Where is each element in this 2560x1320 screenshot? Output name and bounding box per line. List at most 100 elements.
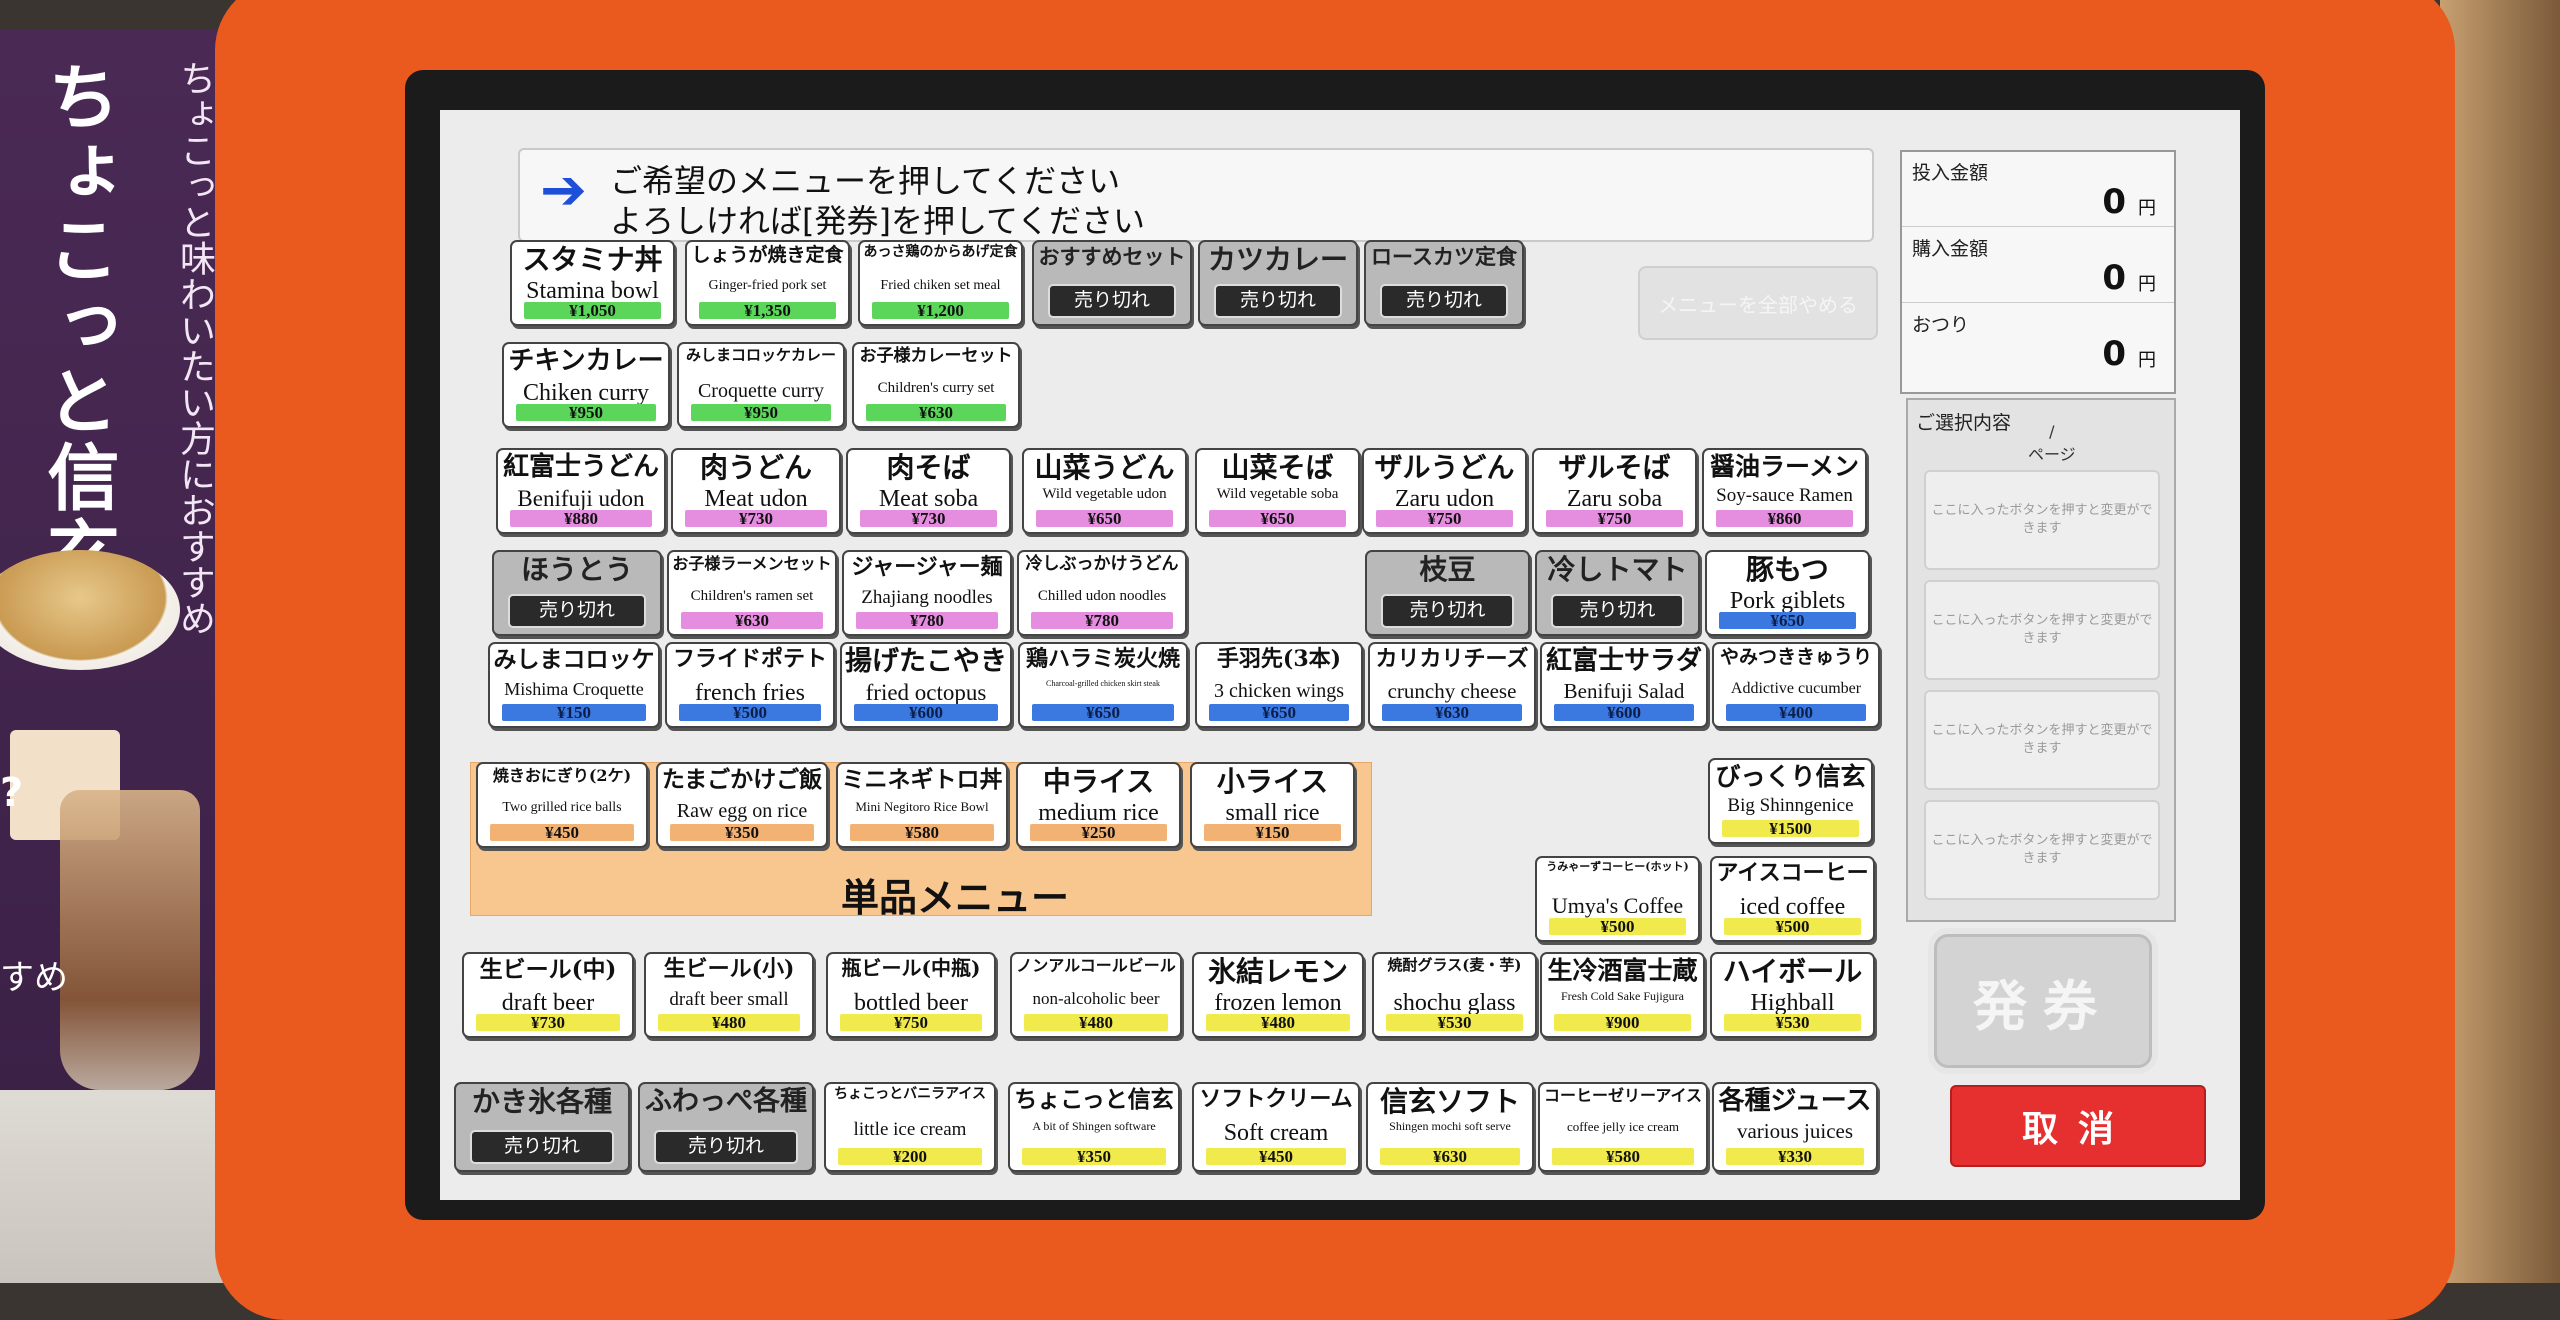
- menu-item-bottled-beer[interactable]: 瓶ビール(中瓶) bottled beer ¥750: [826, 952, 996, 1038]
- menu-item-price: ¥330: [1726, 1148, 1864, 1165]
- menu-item-a-bit-of-shingen-software[interactable]: ちょこっと信玄 A bit of Shingen software ¥350: [1008, 1082, 1180, 1172]
- poster-bottom-text: すめ: [0, 958, 68, 998]
- menu-item-name-jp: カリカリチーズ: [1375, 646, 1529, 672]
- menu-item-ginger-fried-pork-set[interactable]: しょうが焼き定食 Ginger-fried pork set ¥1,350: [685, 240, 850, 326]
- money-panel: 投入金額 0 円 購入金額 0 円 おつり 0 円: [1900, 150, 2176, 394]
- menu-item-name-jp: かき氷各種: [471, 1085, 612, 1118]
- menu-item-pork-giblets[interactable]: 豚もつ Pork giblets ¥650: [1705, 550, 1870, 636]
- wall-right: [2440, 0, 2560, 1283]
- menu-item-fresh-cold-sake-fujigura[interactable]: 生冷酒富士蔵 Fresh Cold Sake Fujigura ¥900: [1540, 952, 1705, 1038]
- menu-item-benifuji-salad[interactable]: 紅富士サラダ Benifuji Salad ¥600: [1540, 642, 1708, 728]
- menu-item-frozen-lemon[interactable]: 氷結レモン frozen lemon ¥480: [1192, 952, 1364, 1038]
- menu-item-little-ice-cream[interactable]: ちょこっとバニラアイス little ice cream ¥200: [824, 1082, 996, 1172]
- menu-item-price: ¥450: [1206, 1148, 1346, 1165]
- sold-out-label: 売り切れ: [508, 594, 646, 628]
- menu-item-zaru-udon[interactable]: ザルうどん Zaru udon ¥750: [1362, 448, 1527, 534]
- menu-item-name-jp: 小ライス: [1216, 765, 1329, 798]
- menu-item-name-jp: 冷しトマト: [1547, 553, 1688, 586]
- menu-item-various-juices[interactable]: 各種ジュース various juices ¥330: [1712, 1082, 1878, 1172]
- menu-item-price: ¥650: [1209, 510, 1346, 527]
- menu-item-price: ¥150: [502, 704, 646, 721]
- menu-item-soy-sauce-ramen[interactable]: 醤油ラーメン Soy-sauce Ramen ¥860: [1702, 448, 1867, 534]
- menu-item-price: ¥350: [670, 824, 814, 841]
- menu-item-fried-octopus[interactable]: 揚げたこやき fried octopus ¥600: [840, 642, 1012, 728]
- menu-item-price: ¥630: [1380, 1148, 1520, 1165]
- menu-item-soft-cream[interactable]: ソフトクリーム Soft cream ¥450: [1192, 1082, 1360, 1172]
- menu-item-soldout-22: 冷しトマト 売り切れ: [1535, 550, 1700, 636]
- clear-all-button[interactable]: メニューを全部やめる: [1638, 266, 1878, 340]
- menu-item-non-alcoholic-beer[interactable]: ノンアルコールビール non-alcoholic beer ¥480: [1010, 952, 1182, 1038]
- sold-out-label: 売り切れ: [654, 1130, 798, 1164]
- menu-item-name-jp: ちょこっとバニラアイス: [834, 1086, 986, 1102]
- menu-item-zaru-soba[interactable]: ザルそば Zaru soba ¥750: [1532, 448, 1697, 534]
- menu-item-name-jp: 焼酎グラス(麦・芋): [1387, 956, 1522, 974]
- menu-item-addictive-cucumber[interactable]: やみつききゅうり Addictive cucumber ¥400: [1712, 642, 1880, 728]
- menu-item-name-en: Raw egg on rice: [676, 800, 808, 822]
- menu-item-two-grilled-rice-balls[interactable]: 焼きおにぎり(2ケ) Two grilled rice balls ¥450: [476, 762, 648, 848]
- menu-item-children-s-ramen-set[interactable]: お子様ラーメンセット Children's ramen set ¥630: [667, 550, 837, 636]
- menu-item-children-s-curry-set[interactable]: お子様カレーセット Children's curry set ¥630: [852, 342, 1020, 428]
- menu-item-name-en: fried octopus: [865, 680, 987, 705]
- menu-item-name-en: Mishima Croquette: [504, 679, 644, 699]
- menu-item-name-jp: おすすめセット: [1038, 244, 1186, 269]
- menu-item-iced-coffee[interactable]: アイスコーヒー iced coffee ¥500: [1710, 856, 1875, 942]
- menu-item-name-en: Fried chiken set meal: [880, 278, 1001, 293]
- menu-item-name-jp: たまごかけご飯: [661, 766, 823, 793]
- menu-item-medium-rice[interactable]: 中ライス medium rice ¥250: [1016, 762, 1181, 848]
- menu-item-croquette-curry[interactable]: みしまコロッケカレー Croquette curry ¥950: [677, 342, 845, 428]
- menu-item-price: ¥150: [1204, 824, 1341, 841]
- menu-item-price: ¥630: [866, 404, 1006, 421]
- menu-item-name-jp: ソフトクリーム: [1199, 1086, 1353, 1112]
- menu-item-name-jp: ザルうどん: [1374, 451, 1515, 484]
- sold-out-label: 売り切れ: [1214, 284, 1342, 318]
- purchase-amount-row: 購入金額 0 円: [1902, 228, 2174, 303]
- menu-item-small-rice[interactable]: 小ライス small rice ¥150: [1190, 762, 1355, 848]
- menu-item-shingen-mochi-soft-serve[interactable]: 信玄ソフト Shingen mochi soft serve ¥630: [1366, 1082, 1534, 1172]
- menu-item-crunchy-cheese[interactable]: カリカリチーズ crunchy cheese ¥630: [1368, 642, 1536, 728]
- menu-item-shochu-glass[interactable]: 焼酎グラス(麦・芋) shochu glass ¥530: [1372, 952, 1537, 1038]
- menu-item-french-fries[interactable]: フライドポテト french fries ¥500: [665, 642, 835, 728]
- menu-item-stamina-bowl[interactable]: スタミナ丼 Stamina bowl ¥1,050: [510, 240, 675, 326]
- menu-item-soldout-48: かき氷各種 売り切れ: [454, 1082, 630, 1172]
- menu-item-benifuji-udon[interactable]: 紅富士うどん Benifuji udon ¥880: [496, 448, 666, 534]
- menu-item-mini-negitoro-rice-bowl[interactable]: ミニネギトロ丼 Mini Negitoro Rice Bowl ¥580: [836, 762, 1008, 848]
- menu-item-coffee-jelly-ice-cream[interactable]: コーヒーゼリーアイス coffee jelly ice cream ¥580: [1538, 1082, 1708, 1172]
- selection-title: ご選択内容: [1916, 412, 2012, 434]
- selection-slot-3[interactable]: ここに入ったボタンを押すと変更ができます: [1924, 690, 2160, 790]
- purchase-amount-label: 購入金額: [1912, 238, 1989, 260]
- menu-item-wild-vegetable-soba[interactable]: 山菜そば Wild vegetable soba ¥650: [1195, 448, 1360, 534]
- menu-item-wild-vegetable-udon[interactable]: 山菜うどん Wild vegetable udon ¥650: [1022, 448, 1187, 534]
- menu-item-chilled-udon-noodles[interactable]: 冷しぶっかけうどん Chilled udon noodles ¥780: [1017, 550, 1187, 636]
- menu-item-highball[interactable]: ハイボール Highball ¥530: [1710, 952, 1875, 1038]
- menu-item-soldout-49: ふわっぺ各種 売り切れ: [638, 1082, 814, 1172]
- menu-item-draft-beer-small[interactable]: 生ビール(小) draft beer small ¥480: [644, 952, 814, 1038]
- selection-slot-2[interactable]: ここに入ったボタンを押すと変更ができます: [1924, 580, 2160, 680]
- menu-item-name-jp: カツカレー: [1207, 243, 1348, 276]
- menu-item-3-chicken-wings[interactable]: 手羽先(3本) 3 chicken wings ¥650: [1195, 642, 1363, 728]
- cancel-button[interactable]: 取消: [1950, 1085, 2206, 1167]
- selection-slot-1[interactable]: ここに入ったボタンを押すと変更ができます: [1924, 470, 2160, 570]
- menu-item-charcoal-grilled-chicken-skirt-steak[interactable]: 鶏ハラミ炭火焼 Charcoal-grilled chicken skirt st…: [1018, 642, 1188, 728]
- menu-item-name-jp: うみゃーずコーヒー(ホット): [1546, 860, 1689, 873]
- menu-item-big-shinngenice[interactable]: びっくり信玄 Big Shinngenice ¥1500: [1708, 758, 1873, 844]
- menu-item-chiken-curry[interactable]: チキンカレー Chiken curry ¥950: [502, 342, 670, 428]
- menu-item-meat-soba[interactable]: 肉そば Meat soba ¥730: [846, 448, 1011, 534]
- menu-item-fried-chiken-set-meal[interactable]: あっさ鶏のからあげ定食 Fried chiken set meal ¥1,200: [858, 240, 1023, 326]
- menu-item-price: ¥860: [1716, 510, 1853, 527]
- menu-item-price: ¥730: [685, 510, 827, 527]
- menu-item-price: ¥630: [1382, 704, 1522, 721]
- menu-item-raw-egg-on-rice[interactable]: たまごかけご飯 Raw egg on rice ¥350: [656, 762, 828, 848]
- selection-slot-4[interactable]: ここに入ったボタンを押すと変更ができます: [1924, 800, 2160, 900]
- menu-item-mishima-croquette[interactable]: みしまコロッケ Mishima Croquette ¥150: [488, 642, 660, 728]
- menu-item-price: ¥750: [1546, 510, 1683, 527]
- menu-item-meat-udon[interactable]: 肉うどん Meat udon ¥730: [671, 448, 841, 534]
- menu-item-draft-beer[interactable]: 生ビール(中) draft beer ¥730: [462, 952, 634, 1038]
- issue-ticket-button[interactable]: 発券: [1934, 934, 2152, 1068]
- menu-item-price: ¥580: [850, 824, 994, 841]
- menu-item-name-en: Charcoal-grilled chicken skirt steak: [1046, 679, 1160, 688]
- menu-item-zhajiang-noodles[interactable]: ジャージャー麺 Zhajiang noodles ¥780: [842, 550, 1012, 636]
- menu-item-umya-s-coffee[interactable]: うみゃーずコーヒー(ホット) Umya's Coffee ¥500: [1535, 856, 1700, 942]
- menu-item-name-jp: 山菜うどん: [1034, 451, 1175, 484]
- poster-subtitle: ちょこっと味わいたい方におすすめ: [174, 60, 215, 636]
- arrow-right-icon: ➔: [540, 158, 587, 223]
